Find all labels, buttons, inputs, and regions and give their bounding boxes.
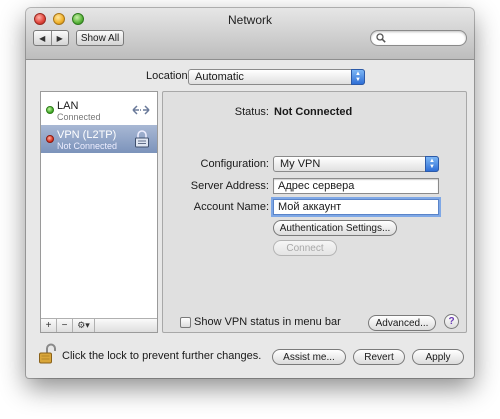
search-field[interactable] bbox=[370, 30, 467, 46]
status-dot-connected-icon bbox=[46, 106, 54, 114]
service-name: LAN bbox=[57, 100, 79, 112]
remove-service-button[interactable]: − bbox=[57, 319, 73, 332]
window-title: Network bbox=[227, 13, 272, 27]
connect-button[interactable]: Connect bbox=[273, 240, 337, 256]
revert-button[interactable]: Revert bbox=[353, 349, 405, 365]
show-all-button[interactable]: Show All bbox=[76, 30, 124, 46]
assist-me-button[interactable]: Assist me... bbox=[272, 349, 346, 365]
configuration-value: My VPN bbox=[280, 158, 321, 170]
vpn-lock-icon bbox=[135, 130, 149, 148]
lock-message: Click the lock to prevent further change… bbox=[62, 350, 262, 362]
title-bar: Network ◀ ▶ Show All bbox=[26, 8, 474, 60]
server-address-label: Server Address: bbox=[190, 180, 269, 192]
server-address-field[interactable]: Адрес сервера bbox=[273, 178, 439, 194]
back-forward-control: ◀ ▶ bbox=[33, 30, 69, 46]
service-list-toolbar: + − ⚙▾ bbox=[41, 318, 157, 332]
lock-icon[interactable] bbox=[38, 343, 56, 365]
forward-arrow-icon[interactable]: ▶ bbox=[50, 31, 69, 45]
show-vpn-status-checkbox[interactable] bbox=[180, 317, 191, 328]
search-icon bbox=[376, 33, 386, 43]
service-status: Connected bbox=[57, 112, 101, 122]
search-input[interactable] bbox=[387, 32, 463, 44]
show-vpn-status-label: Show VPN status in menu bar bbox=[194, 316, 341, 328]
status-label: Status: bbox=[234, 106, 269, 118]
configuration-popup[interactable]: My VPN ▲ ▼ bbox=[273, 156, 439, 172]
back-arrow-icon[interactable]: ◀ bbox=[34, 31, 51, 45]
authentication-settings-button[interactable]: Authentication Settings... bbox=[273, 220, 397, 236]
location-value: Automatic bbox=[195, 71, 244, 83]
help-button[interactable]: ? bbox=[444, 314, 459, 329]
action-gear-icon[interactable]: ⚙▾ bbox=[73, 319, 95, 332]
status-value: Not Connected bbox=[274, 106, 353, 118]
add-service-button[interactable]: + bbox=[41, 319, 57, 332]
service-name: VPN (L2TP) bbox=[57, 129, 117, 141]
account-name-label: Account Name: bbox=[193, 201, 269, 213]
service-status: Not Connected bbox=[57, 141, 118, 151]
configuration-label: Configuration: bbox=[200, 158, 270, 170]
advanced-button[interactable]: Advanced... bbox=[368, 315, 436, 331]
service-item-lan[interactable]: LAN Connected bbox=[41, 96, 157, 124]
status-dot-disconnected-icon bbox=[46, 135, 54, 143]
network-preferences-window: Network ◀ ▶ Show All Location: Automatic… bbox=[26, 8, 474, 378]
popup-arrows-icon: ▲ ▼ bbox=[351, 69, 365, 85]
service-item-vpn[interactable]: VPN (L2TP) Not Connected bbox=[41, 125, 157, 153]
popup-arrows-icon: ▲ ▼ bbox=[425, 156, 439, 172]
vpn-detail-panel: Status: Not Connected Configuration: My … bbox=[162, 91, 467, 333]
account-name-field[interactable]: Мой аккаунт bbox=[273, 199, 439, 215]
apply-button[interactable]: Apply bbox=[412, 349, 464, 365]
location-label: Location: bbox=[146, 70, 191, 82]
service-list: LAN Connected VPN (L2TP) Not Connected +… bbox=[40, 91, 158, 333]
ethernet-arrows-icon bbox=[132, 105, 150, 115]
location-popup[interactable]: Automatic ▲ ▼ bbox=[188, 69, 365, 85]
